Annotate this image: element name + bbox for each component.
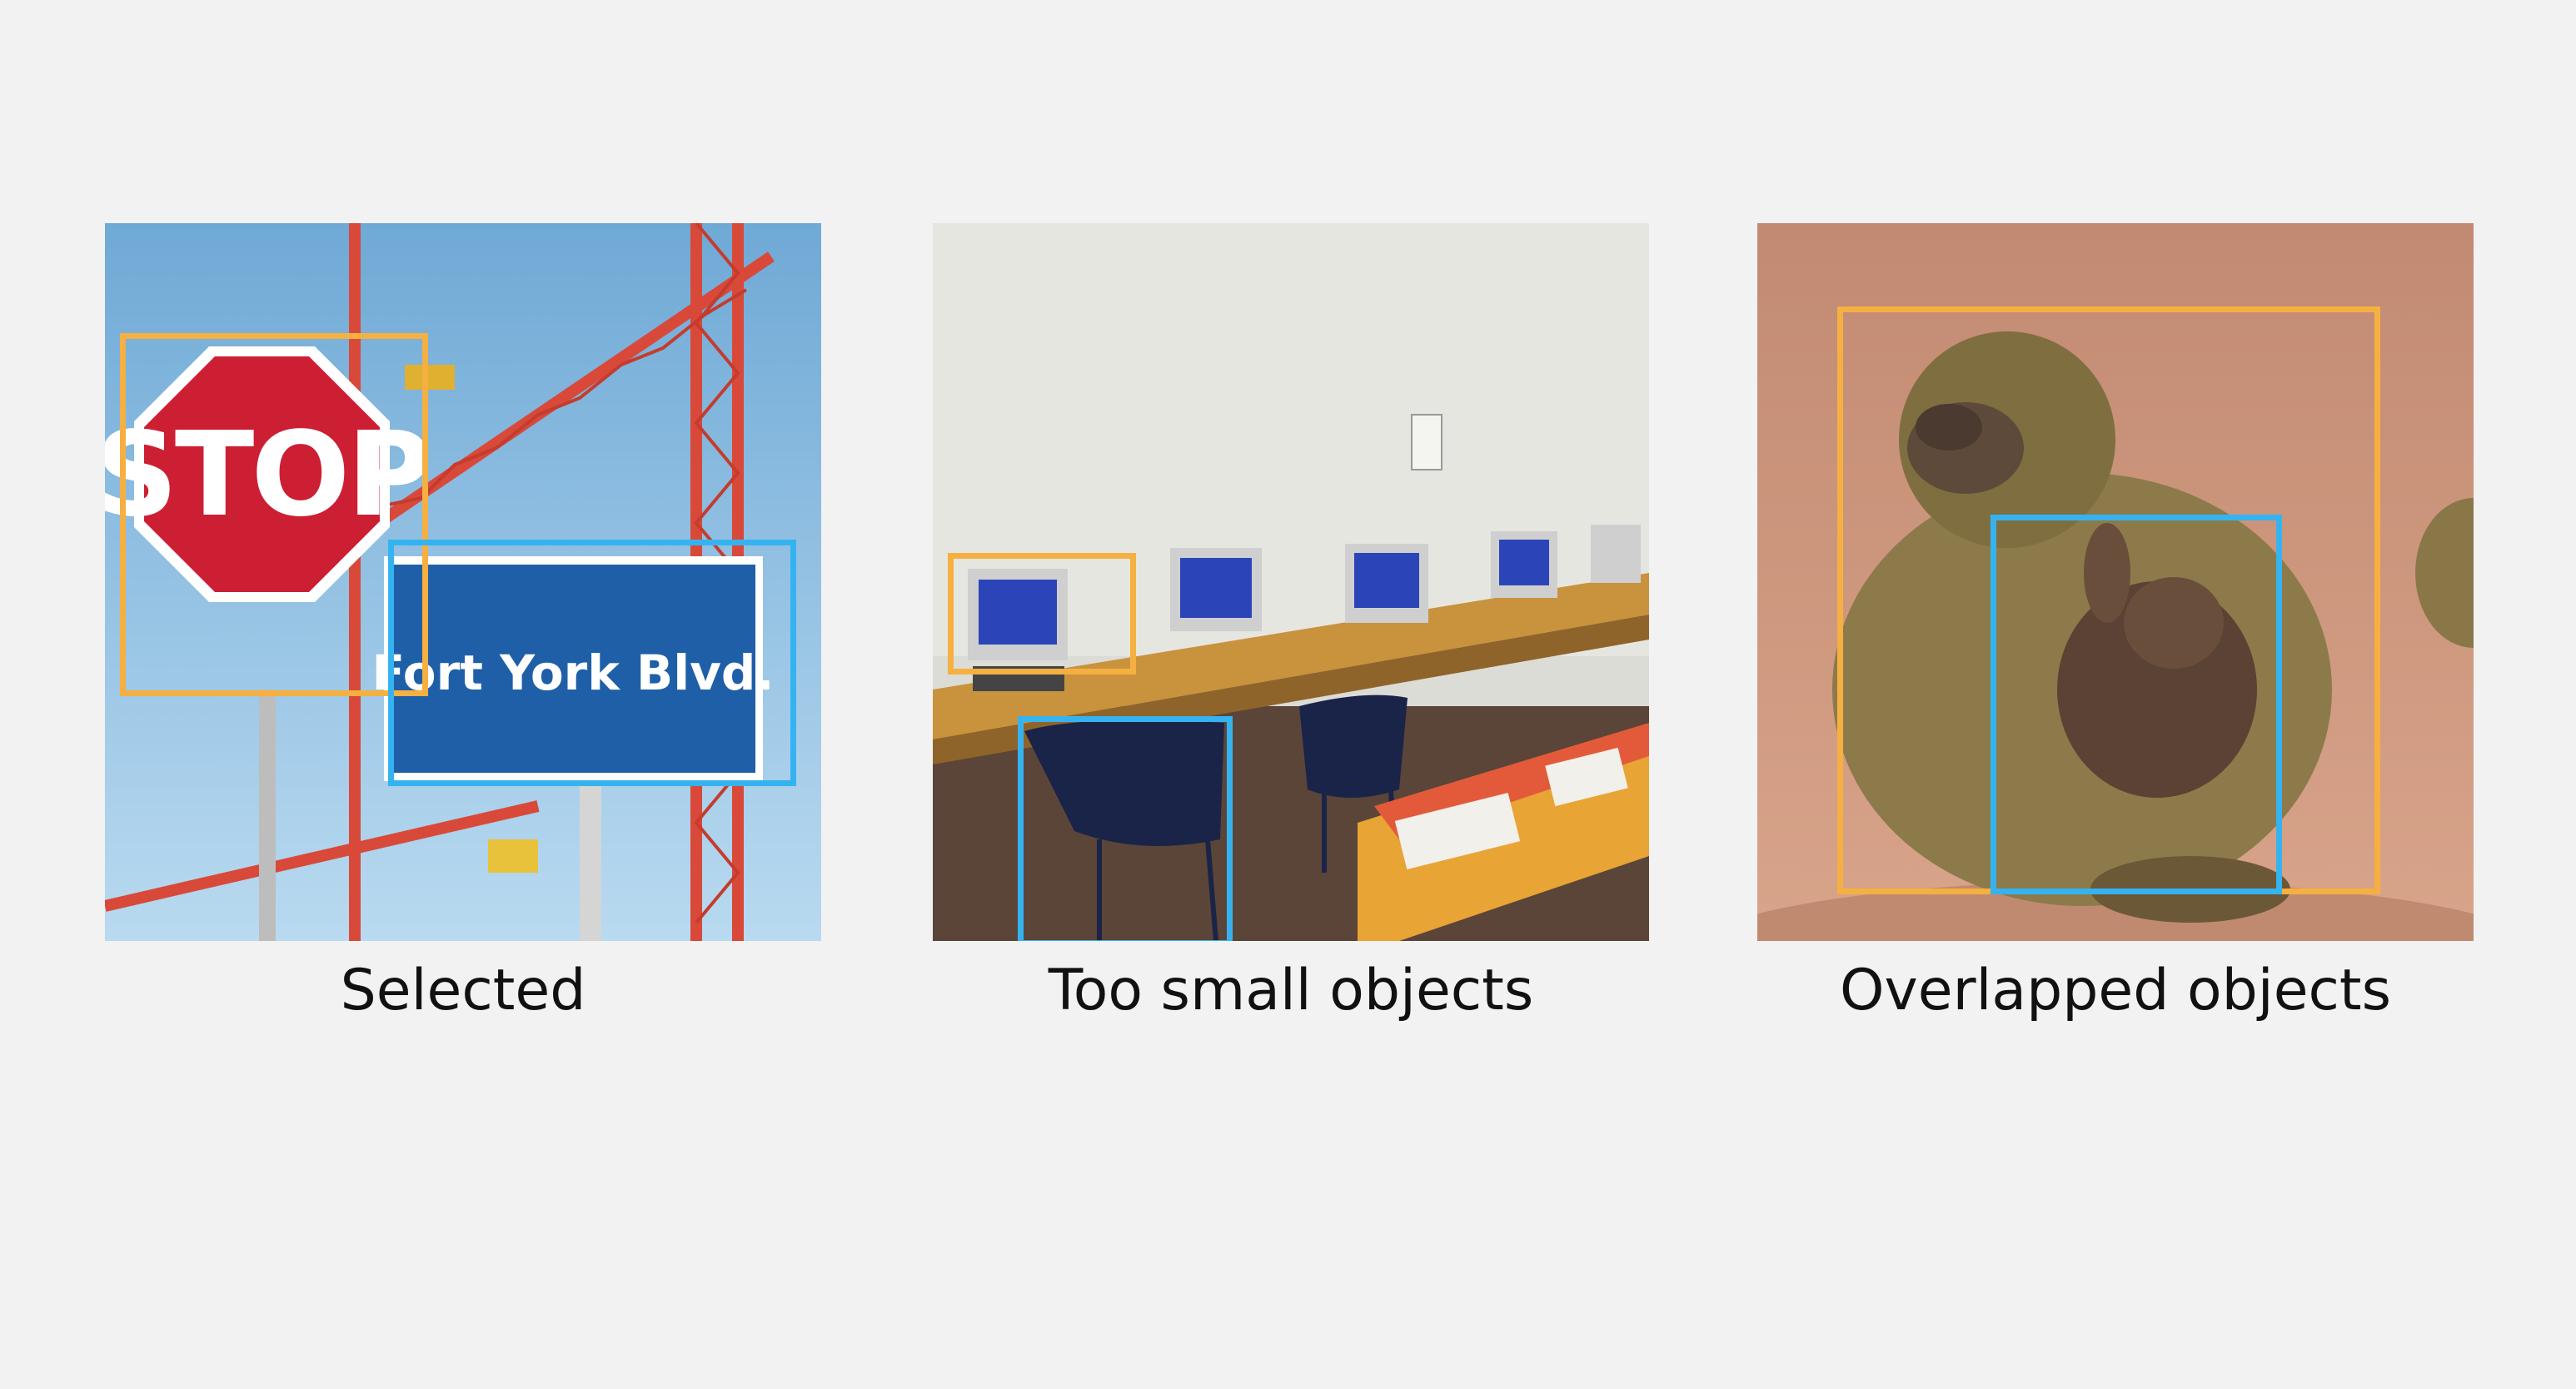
orange-bounding-box bbox=[120, 333, 428, 696]
caption-too-small-objects: Too small objects bbox=[1048, 958, 1534, 1023]
caption-overlapped-objects: Overlapped objects bbox=[1839, 958, 2392, 1023]
blue-bounding-box bbox=[1018, 716, 1233, 941]
panel-overlapped-objects bbox=[1757, 223, 2474, 941]
orange-bounding-box bbox=[948, 553, 1136, 675]
panel-selected: STOP Fort York Blvd. bbox=[105, 223, 821, 941]
panel-too-small-objects bbox=[933, 223, 1649, 941]
blue-bounding-box bbox=[1991, 515, 2282, 894]
figure: STOP Fort York Blvd. Selected Too small … bbox=[0, 0, 2576, 1389]
caption-selected: Selected bbox=[340, 958, 586, 1023]
blue-bounding-box bbox=[388, 540, 796, 786]
